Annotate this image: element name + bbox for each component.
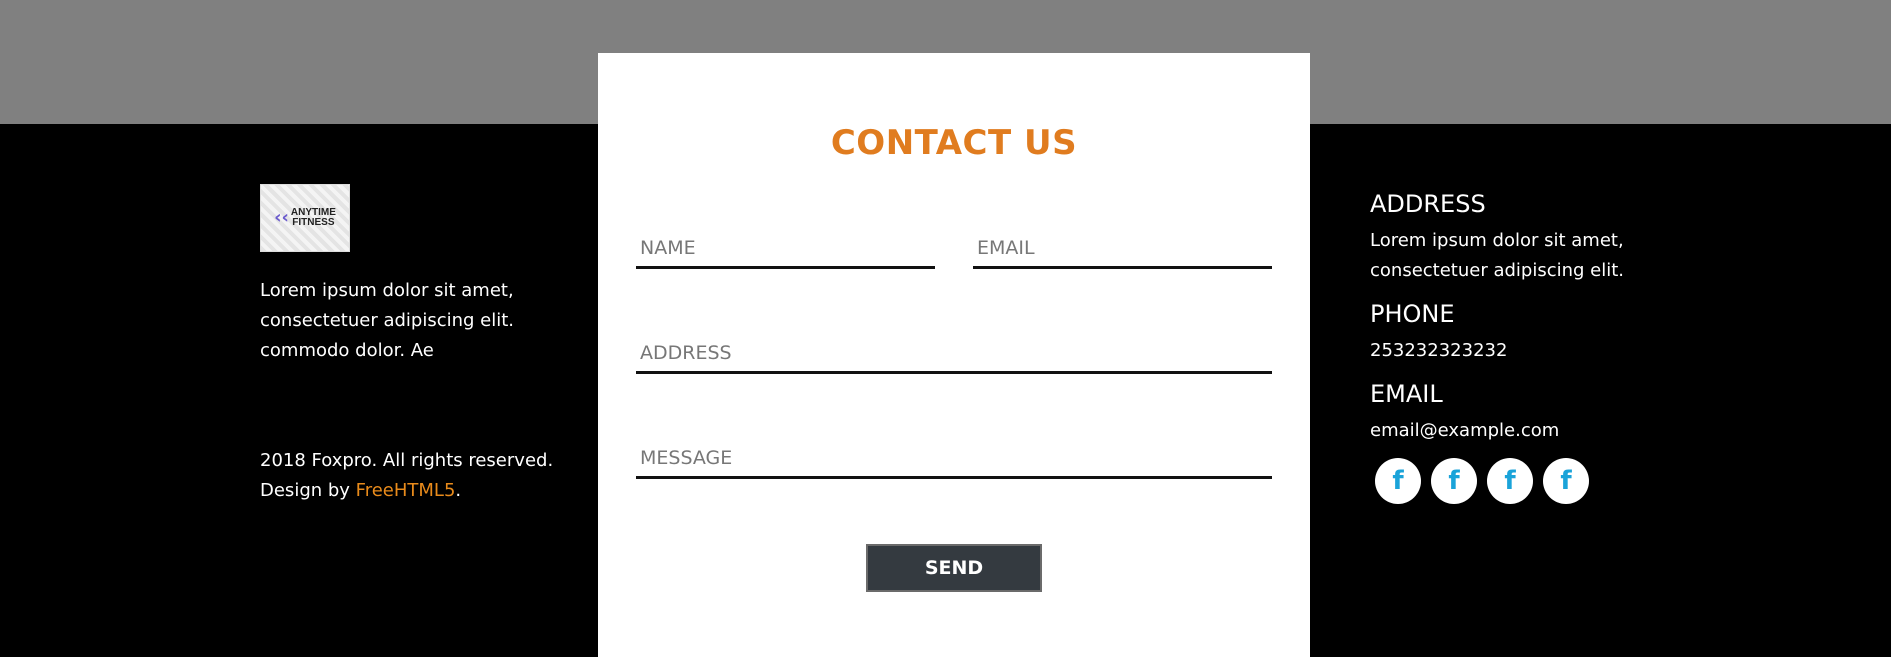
- logo-inner: ‹‹ ANYTIME FITNESS: [274, 208, 336, 228]
- logo-text: ANYTIME FITNESS: [291, 208, 336, 228]
- email-heading: EMAIL: [1370, 380, 1443, 408]
- phone-text: 253232323232: [1370, 340, 1508, 361]
- facebook-icon: f: [1392, 466, 1404, 496]
- logo-text-line2: FITNESS: [292, 217, 335, 228]
- social-button-3[interactable]: f: [1487, 458, 1533, 504]
- footer-description: Lorem ipsum dolor sit amet, consectetuer…: [260, 280, 515, 361]
- social-button-1[interactable]: f: [1375, 458, 1421, 504]
- email-input[interactable]: [973, 229, 1272, 269]
- email-text: email@example.com: [1370, 420, 1560, 441]
- phone-heading: PHONE: [1370, 300, 1455, 328]
- contact-title: CONTACT US: [830, 123, 1078, 163]
- design-credit-suffix: .: [455, 480, 462, 501]
- footer-left-column: ‹‹ ANYTIME FITNESS Lorem ipsum dolor sit…: [260, 184, 580, 506]
- brand-logo[interactable]: ‹‹ ANYTIME FITNESS: [260, 184, 350, 252]
- design-credit: Design by FreeHTML5.: [260, 476, 580, 506]
- facebook-icon: f: [1504, 466, 1516, 496]
- footer-right-column: ADDRESS Lorem ipsum dolor sit amet, cons…: [1370, 188, 1710, 504]
- design-credit-prefix: Design by: [260, 480, 356, 501]
- address-heading: ADDRESS: [1370, 190, 1486, 218]
- social-button-2[interactable]: f: [1431, 458, 1477, 504]
- message-input[interactable]: [636, 439, 1272, 479]
- facebook-icon: f: [1448, 466, 1460, 496]
- send-button[interactable]: SEND: [866, 544, 1042, 592]
- logo-mark-icon: ‹‹: [274, 207, 289, 228]
- address-text: Lorem ipsum dolor sit amet, consectetuer…: [1370, 230, 1625, 281]
- social-button-4[interactable]: f: [1543, 458, 1589, 504]
- freehtml5-link[interactable]: FreeHTML5: [356, 480, 456, 501]
- name-input[interactable]: [636, 229, 935, 269]
- copyright: 2018 Foxpro. All rights reserved. Design…: [260, 446, 580, 506]
- address-input[interactable]: [636, 334, 1272, 374]
- contact-card: CONTACT US SEND: [598, 53, 1310, 657]
- social-links: f f f f: [1375, 458, 1710, 504]
- copyright-line: 2018 Foxpro. All rights reserved.: [260, 450, 554, 471]
- facebook-icon: f: [1560, 466, 1572, 496]
